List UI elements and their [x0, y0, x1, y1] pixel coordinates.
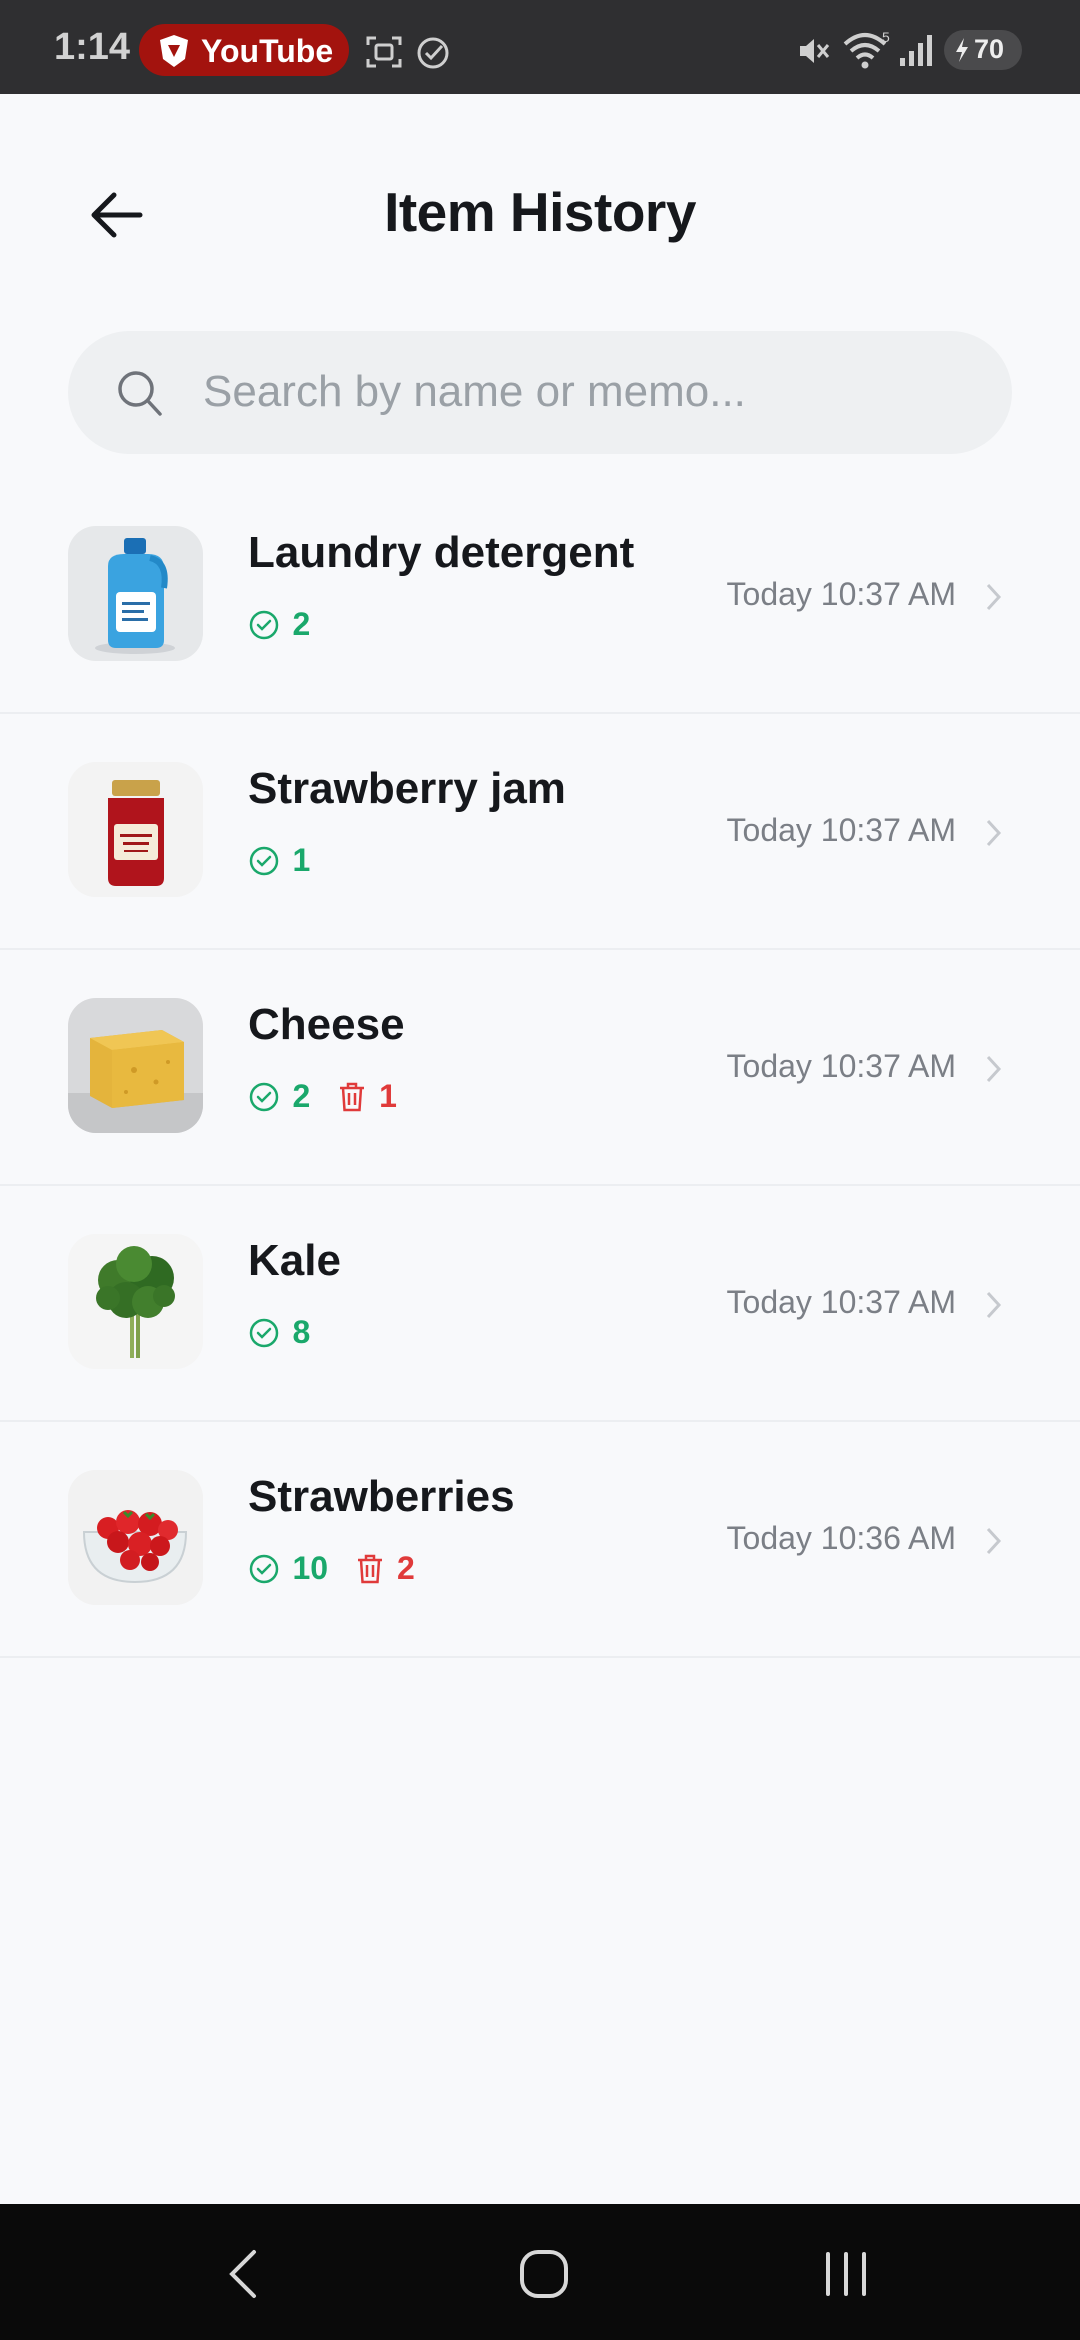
checked-count: 8	[248, 1314, 310, 1351]
checked-count-value: 10	[292, 1550, 329, 1586]
item-thumbnail	[68, 762, 203, 897]
check-circle-icon	[249, 1318, 279, 1347]
signal-icon	[900, 35, 932, 66]
item-timestamp: Today 10:37 AM	[726, 576, 956, 612]
checked-count: 10	[248, 1550, 328, 1587]
item-counts: 8	[248, 1314, 332, 1354]
search-bar[interactable]	[68, 331, 1012, 454]
wifi-icon: 5	[843, 30, 890, 69]
item-counts: 1	[248, 842, 332, 882]
trashed-count: 1	[337, 1078, 397, 1115]
svg-text:5: 5	[882, 30, 890, 45]
item-name: Strawberries	[248, 1472, 515, 1521]
search-icon	[118, 371, 162, 416]
item-thumbnail	[68, 1470, 203, 1605]
jam-jar-image	[68, 762, 203, 897]
trashed-count: 2	[355, 1550, 415, 1587]
brave-shield-icon	[160, 35, 188, 67]
mute-icon	[800, 39, 830, 63]
item-timestamp: Today 10:36 AM	[726, 1520, 956, 1556]
youtube-pill[interactable]: YouTube	[139, 24, 349, 76]
item-timestamp: Today 10:37 AM	[726, 1284, 956, 1320]
kale-bunch-image	[68, 1234, 203, 1369]
page-title: Item History	[384, 181, 696, 243]
item-timestamp: Today 10:37 AM	[726, 1048, 956, 1084]
chevron-right-icon	[986, 819, 1002, 847]
item-thumbnail	[68, 1234, 203, 1369]
status-bar: 1:14 YouTube 5 70	[0, 0, 1080, 94]
system-nav-bar	[0, 2204, 1080, 2340]
checked-count-value: 8	[292, 1314, 311, 1350]
strawberry-bowl-image	[68, 1470, 203, 1605]
detergent-bottle-image	[68, 526, 203, 661]
chevron-right-icon	[986, 1291, 1002, 1319]
youtube-pill-label: YouTube	[201, 33, 334, 69]
item-name: Laundry detergent	[248, 528, 635, 577]
item-counts: 10 2	[248, 1550, 437, 1590]
chevron-right-icon	[986, 1055, 1002, 1083]
battery-bolt-icon	[956, 38, 968, 62]
item-timestamp: Today 10:37 AM	[726, 812, 956, 848]
battery-indicator: 70	[944, 30, 1022, 70]
item-name: Strawberry jam	[248, 764, 566, 813]
list-item[interactable]: Strawberry jam 1 Today 10:37 AM	[0, 714, 1080, 950]
item-counts: 2 1	[248, 1078, 419, 1118]
nav-back-icon[interactable]	[224, 2248, 264, 2300]
item-thumbnail	[68, 998, 203, 1133]
trashed-count-value: 2	[396, 1550, 415, 1586]
check-circle-icon	[417, 37, 449, 69]
checked-count: 2	[248, 606, 310, 643]
check-circle-icon	[249, 1554, 279, 1583]
checked-count-value: 2	[292, 1078, 311, 1114]
item-history-list: Laundry detergent 2 Today 10:37 AM Straw…	[0, 478, 1080, 1658]
list-item[interactable]: Laundry detergent 2 Today 10:37 AM	[0, 478, 1080, 714]
checked-count: 2	[248, 1078, 310, 1115]
chevron-right-icon	[986, 583, 1002, 611]
list-item[interactable]: Kale 8 Today 10:37 AM	[0, 1186, 1080, 1422]
item-counts: 2	[248, 606, 332, 646]
cheese-block-image	[68, 998, 203, 1133]
trash-icon	[357, 1554, 382, 1583]
list-item[interactable]: Strawberries 10 2 Today 10:36 AM	[0, 1422, 1080, 1658]
trash-icon	[339, 1082, 364, 1111]
item-thumbnail	[68, 526, 203, 661]
checked-count-value: 1	[292, 842, 311, 878]
status-time: 1:14	[54, 26, 131, 68]
item-name: Cheese	[248, 1000, 405, 1049]
item-name: Kale	[248, 1236, 341, 1285]
check-circle-icon	[249, 1082, 279, 1111]
checked-count: 1	[248, 842, 310, 879]
nav-home-icon[interactable]	[518, 2248, 570, 2300]
battery-level: 70	[974, 34, 1005, 64]
check-circle-icon	[249, 846, 279, 875]
search-input[interactable]	[203, 359, 963, 425]
checked-count-value: 2	[292, 606, 311, 642]
screenshot-icon	[366, 36, 402, 68]
list-item[interactable]: Cheese 2 1 Today 10:37 AM	[0, 950, 1080, 1186]
nav-recents-icon[interactable]	[822, 2248, 870, 2300]
chevron-right-icon	[986, 1527, 1002, 1555]
check-circle-icon	[249, 610, 279, 639]
trashed-count-value: 1	[379, 1078, 397, 1114]
